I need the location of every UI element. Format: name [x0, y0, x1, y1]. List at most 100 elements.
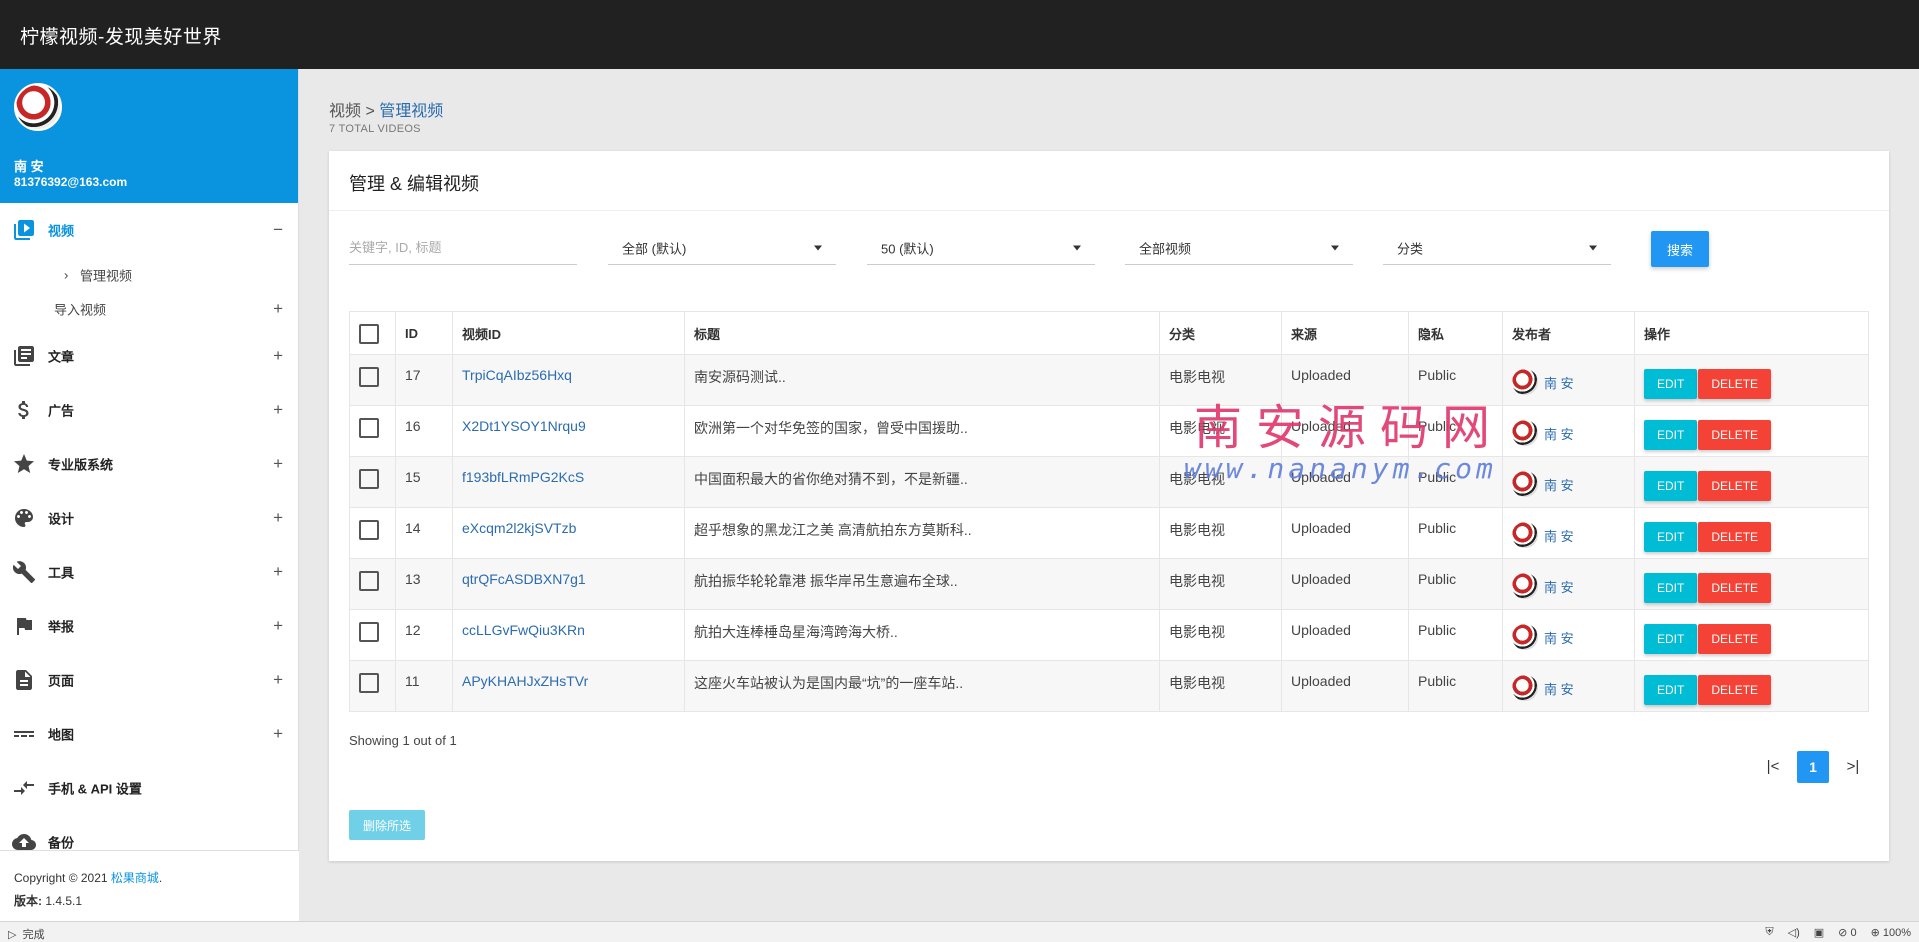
row-video-id-link[interactable]: TrpiCqAIbz56Hxq [462, 367, 572, 383]
expand-icon[interactable]: + [273, 454, 283, 474]
delete-button[interactable]: DELETE [1698, 420, 1772, 450]
last-page-icon[interactable]: >| [1837, 751, 1869, 783]
row-checkbox[interactable] [359, 571, 379, 591]
expand-icon[interactable]: + [273, 346, 283, 366]
sidebar-subitem-manage-videos[interactable]: › 管理视频 [0, 258, 299, 292]
status-text: ▷ 完成 [8, 929, 45, 941]
first-page-icon[interactable]: |< [1757, 751, 1789, 783]
row-checkbox[interactable] [359, 418, 379, 438]
per-page-select[interactable]: 50 (默认) [867, 231, 1095, 265]
edit-button[interactable]: EDIT [1644, 573, 1698, 603]
app-title[interactable]: 柠檬视频-发现美好世界 [20, 22, 222, 49]
row-video-id-cell: APyKHAHJxZHsTVr [452, 660, 685, 712]
delete-button[interactable]: DELETE [1698, 675, 1772, 705]
expand-icon[interactable]: + [273, 562, 283, 582]
row-video-id-link[interactable]: qtrQFcASDBXN7g1 [462, 571, 586, 587]
row-video-id-link[interactable]: ccLLGvFwQiu3KRn [462, 622, 585, 638]
row-publisher[interactable]: 南 安 [1512, 469, 1574, 497]
edit-button[interactable]: EDIT [1644, 471, 1698, 501]
avatar [1512, 369, 1538, 395]
row-publisher[interactable]: 南 安 [1512, 673, 1574, 701]
breadcrumb-current[interactable]: 管理视频 [379, 103, 443, 120]
sidebar-item-reports[interactable]: 举报 + [0, 599, 299, 653]
expand-icon[interactable]: + [273, 400, 283, 420]
delete-button[interactable]: DELETE [1698, 522, 1772, 552]
row-publisher[interactable]: 南 安 [1512, 367, 1574, 395]
row-publisher[interactable]: 南 安 [1512, 571, 1574, 599]
row-video-id-link[interactable]: f193bfLRmPG2KcS [462, 469, 584, 485]
edit-button[interactable]: EDIT [1644, 522, 1698, 552]
lock-icon[interactable]: ▣ [1814, 926, 1824, 939]
sidebar-item-api-settings[interactable]: 手机 & API 设置 [0, 761, 299, 815]
sidebar-item-video[interactable]: 视频 − [0, 203, 299, 257]
sidebar-subitem-label: 管理视频 [80, 268, 133, 284]
breadcrumb-parent[interactable]: 视频 [329, 103, 361, 120]
expand-icon[interactable]: + [273, 724, 283, 744]
status-select[interactable]: 全部 (默认) [608, 231, 836, 265]
col-publisher[interactable]: 发布者 [1502, 311, 1635, 355]
speaker-icon[interactable]: ◁) [1788, 926, 1800, 939]
edit-button[interactable]: EDIT [1644, 675, 1698, 705]
avatar[interactable] [14, 83, 62, 131]
zoom-level[interactable]: ⊕ 100% [1871, 926, 1911, 939]
expand-icon[interactable]: + [273, 616, 283, 636]
row-privacy: Public [1408, 660, 1503, 712]
delete-button[interactable]: DELETE [1698, 573, 1772, 603]
video-icon [14, 220, 34, 240]
row-publisher[interactable]: 南 安 [1512, 418, 1574, 446]
row-video-id-cell: TrpiCqAIbz56Hxq [452, 354, 685, 406]
palette-icon [15, 509, 33, 527]
edit-button[interactable]: EDIT [1644, 624, 1698, 654]
delete-button[interactable]: DELETE [1698, 471, 1772, 501]
sidebar-subitem-import-videos[interactable]: 导入视频 + [0, 292, 299, 326]
row-video-id-link[interactable]: eXcqm2l2kjSVTzb [462, 520, 576, 536]
edit-button[interactable]: EDIT [1644, 420, 1698, 450]
delete-selected-button[interactable]: 删除所选 [349, 810, 425, 840]
table-row: 12 ccLLGvFwQiu3KRn 航拍大连棒棰岛星海湾跨海大桥.. 电影电视 Upl… [349, 609, 1869, 661]
row-source: Uploaded [1281, 558, 1409, 610]
block-count[interactable]: ⊘ 0 [1838, 926, 1856, 939]
edit-button[interactable]: EDIT [1644, 369, 1698, 399]
sidebar-item-pages[interactable]: 页面 + [0, 653, 299, 707]
expand-icon[interactable]: + [273, 670, 283, 690]
sidebar-item-map[interactable]: 地图 + [0, 707, 299, 761]
col-title[interactable]: 标题 [684, 311, 1160, 355]
row-publisher[interactable]: 南 安 [1512, 622, 1574, 650]
col-category[interactable]: 分类 [1159, 311, 1282, 355]
sidebar-item-ads[interactable]: 广告 + [0, 383, 299, 437]
sidebar-item-design[interactable]: 设计 + [0, 491, 299, 545]
shield-icon[interactable]: ⛨ [1765, 926, 1773, 939]
row-checkbox[interactable] [359, 673, 379, 693]
search-field[interactable] [349, 231, 577, 265]
delete-button[interactable]: DELETE [1698, 369, 1772, 399]
video-type-select[interactable]: 全部视频 [1125, 231, 1353, 265]
search-button[interactable]: 搜索 [1651, 231, 1709, 267]
sidebar-item-pro-system[interactable]: 专业版系统 + [0, 437, 299, 491]
expand-icon[interactable]: + [273, 299, 283, 319]
sidebar-item-tools[interactable]: 工具 + [0, 545, 299, 599]
company-link[interactable]: 松果商城 [111, 871, 159, 885]
select-all-checkbox[interactable] [359, 324, 379, 344]
col-id[interactable]: ID [395, 311, 453, 355]
expand-icon[interactable]: + [273, 508, 283, 528]
row-checkbox[interactable] [359, 469, 379, 489]
videos-card: 管理 & 编辑视频 全部 (默认) 50 (默认) 全部视频 分类 搜索 ID … [329, 151, 1889, 861]
api-icon [14, 781, 34, 795]
category-select[interactable]: 分类 [1383, 231, 1611, 265]
row-checkbox[interactable] [359, 520, 379, 540]
row-checkbox[interactable] [359, 622, 379, 642]
col-video-id[interactable]: 视频ID [452, 311, 685, 355]
col-source[interactable]: 来源 [1281, 311, 1409, 355]
sidebar-item-label: 工具 [48, 565, 75, 581]
table-row: 13 qtrQFcASDBXN7g1 航拍振华轮轮靠港 振华岸吊生意遍布全球.. 电影… [349, 558, 1869, 610]
row-publisher[interactable]: 南 安 [1512, 520, 1574, 548]
row-video-id-link[interactable]: APyKHAHJxZHsTVr [462, 673, 588, 689]
search-input[interactable] [349, 231, 577, 264]
row-video-id-link[interactable]: X2Dt1YSOY1Nrqu9 [462, 418, 586, 434]
sidebar-item-articles[interactable]: 文章 + [0, 329, 299, 383]
page-button-current[interactable]: 1 [1797, 751, 1829, 783]
delete-button[interactable]: DELETE [1698, 624, 1772, 654]
col-privacy[interactable]: 隐私 [1408, 311, 1503, 355]
collapse-icon[interactable]: − [273, 220, 283, 240]
row-checkbox[interactable] [359, 367, 379, 387]
